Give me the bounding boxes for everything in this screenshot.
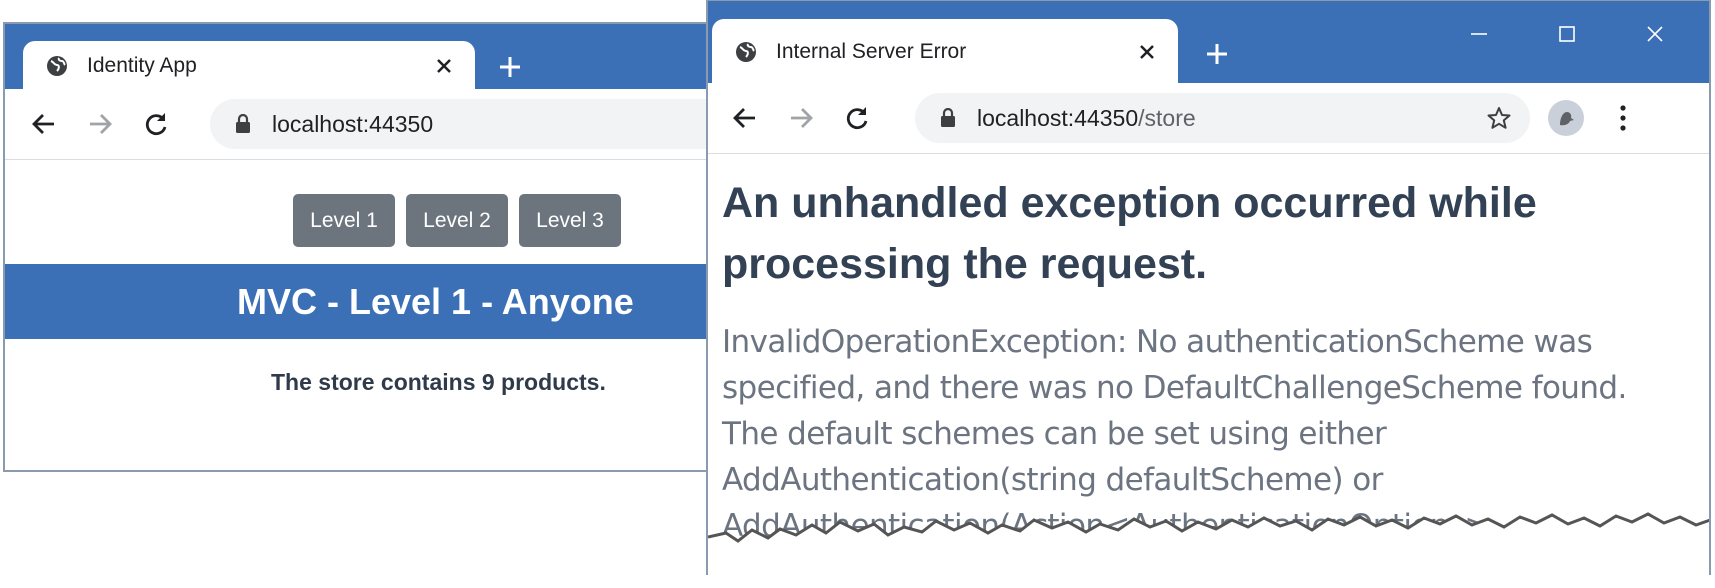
maximize-icon	[1559, 26, 1575, 42]
tab-identity-app[interactable]: Identity App	[23, 41, 475, 91]
error-line: The default schemes can be set using eit…	[722, 416, 1387, 452]
reload-button[interactable]	[840, 101, 874, 135]
toolbar: localhost:44350/store	[708, 83, 1709, 154]
browser-window-error: Internal Server Error localhost:44350/st…	[706, 0, 1711, 575]
level-3-button[interactable]: Level 3	[519, 194, 621, 247]
reload-button[interactable]	[139, 107, 173, 141]
level-buttons: Level 1 Level 2 Level 3	[293, 194, 621, 247]
star-icon[interactable]	[1486, 105, 1512, 131]
forward-button[interactable]	[784, 101, 818, 135]
level-1-button[interactable]: Level 1	[293, 194, 395, 247]
url-text: localhost:44350/store	[977, 105, 1486, 132]
reload-icon	[145, 113, 167, 136]
maximize-button[interactable]	[1523, 19, 1611, 49]
title-bar: Identity App	[5, 24, 721, 91]
new-tab-icon[interactable]	[1202, 39, 1232, 69]
url-path: /store	[1138, 104, 1196, 131]
tab-title: Identity App	[87, 54, 197, 77]
lock-icon	[236, 114, 250, 133]
globe-icon	[736, 42, 756, 62]
window-controls	[1435, 19, 1699, 49]
store-message: The store contains 9 products.	[271, 369, 606, 395]
profile-button[interactable]	[1548, 100, 1584, 136]
back-icon	[32, 114, 54, 134]
address-bar[interactable]: localhost:44350	[210, 99, 721, 149]
page-banner: MVC - Level 1 - Anyone	[5, 264, 721, 339]
back-button[interactable]	[27, 107, 61, 141]
address-bar[interactable]: localhost:44350/store	[915, 93, 1530, 143]
error-line: InvalidOperationException: No authentica…	[722, 324, 1593, 360]
profile-icon	[1560, 112, 1574, 126]
tab-internal-server-error[interactable]: Internal Server Error	[712, 19, 1178, 85]
toolbar: localhost:44350	[5, 89, 721, 160]
reload-icon	[846, 107, 868, 130]
menu-icon[interactable]	[1613, 101, 1633, 135]
tab-title: Internal Server Error	[776, 40, 967, 63]
window-close-icon	[1647, 26, 1663, 42]
back-button[interactable]	[728, 101, 762, 135]
torn-edge	[708, 512, 1709, 575]
globe-icon	[47, 56, 67, 76]
forward-icon	[791, 108, 813, 128]
new-tab-icon[interactable]	[495, 52, 525, 82]
close-icon[interactable]	[433, 55, 455, 77]
lock-icon	[941, 108, 955, 127]
forward-icon	[90, 114, 112, 134]
minimize-icon	[1471, 33, 1487, 35]
error-line: specified, and there was no DefaultChall…	[722, 370, 1627, 406]
level-2-button[interactable]: Level 2	[406, 194, 508, 247]
title-bar: Internal Server Error	[708, 1, 1709, 85]
error-heading: An unhandled exception occurred while pr…	[722, 179, 1537, 288]
back-icon	[733, 108, 755, 128]
url-text: localhost:44350	[272, 110, 434, 137]
minimize-button[interactable]	[1435, 19, 1523, 49]
browser-window-identity-app: Identity App localhost:44350 Level 1 Lev…	[3, 22, 723, 472]
forward-button[interactable]	[83, 107, 117, 141]
url-host: localhost:44350	[977, 104, 1139, 131]
banner-text: MVC - Level 1 - Anyone	[237, 280, 634, 322]
close-icon[interactable]	[1136, 41, 1158, 63]
window-close-button[interactable]	[1611, 19, 1699, 49]
